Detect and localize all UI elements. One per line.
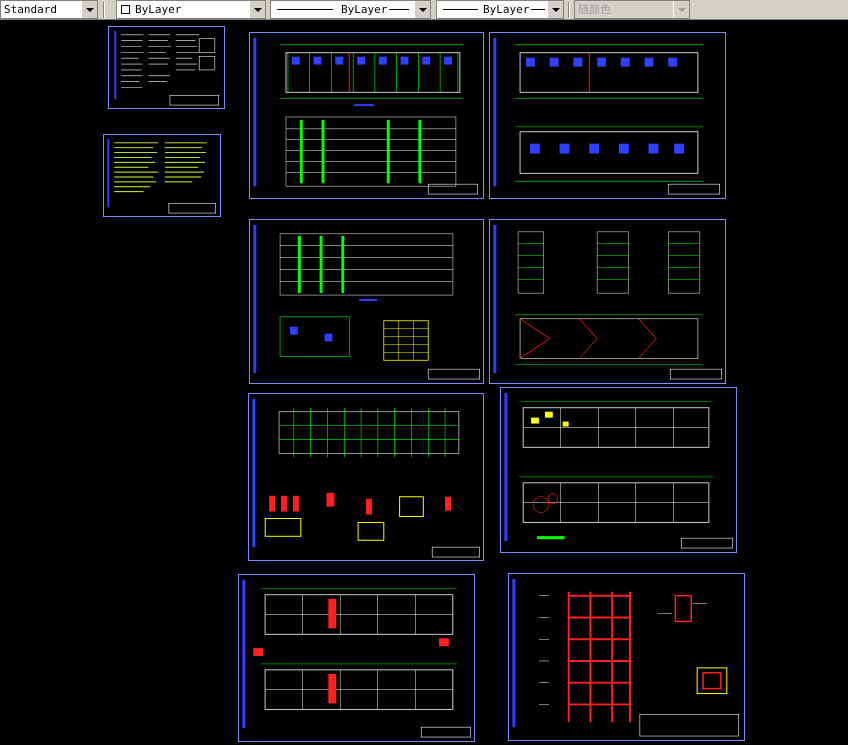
sheet-structure-plans[interactable] [500,387,737,553]
sheet-drawing [252,398,480,558]
chevron-down-icon[interactable] [249,1,265,18]
sheet-beam-plans[interactable] [238,574,475,742]
sheet-drawing [107,138,216,214]
color-value: ByLayer [135,3,182,16]
sheet-drawing [504,392,733,549]
linetype-dropdown[interactable]: ByLayer [270,0,431,19]
sheet-sections[interactable] [489,219,726,384]
sheet-drawing [493,224,722,380]
sheet-plan-elevation[interactable] [249,32,484,199]
sheet-drawing [253,224,480,380]
sheet-foundation[interactable] [248,393,484,561]
plot-style-dropdown: 随颜色 [574,0,690,19]
text-style-dropdown[interactable]: Standard [0,0,98,19]
linetype-preview-icon [277,9,333,10]
toolbar-separator [103,2,105,18]
sheet-frame-details[interactable] [508,573,745,741]
color-dropdown[interactable]: ByLayer [116,0,266,19]
chevron-down-icon[interactable] [414,1,430,18]
lineweight-preview-icon [531,9,545,10]
linetype-value: ByLayer [341,3,388,16]
chevron-down-icon[interactable] [547,1,563,18]
drawing-canvas[interactable] [0,20,848,745]
lineweight-value: ByLayer [483,3,530,16]
sheet-drawing [512,578,739,737]
text-style-value: Standard [4,3,57,16]
lineweight-dropdown[interactable]: ByLayer [436,0,564,19]
sheet-design-notes-2[interactable] [103,134,221,217]
sheet-design-notes-1[interactable] [108,26,225,109]
lineweight-preview-icon [443,9,478,10]
color-swatch-icon [121,5,130,14]
sheet-drawing [493,37,720,195]
sheet-drawing [114,30,220,106]
linetype-preview-icon [389,9,409,10]
chevron-down-icon[interactable] [81,1,97,18]
toolbar-separator [568,2,570,18]
sheet-drawing [242,579,471,738]
chevron-down-icon [673,1,689,18]
plot-style-value: 随颜色 [578,3,611,16]
properties-toolbar: Standard ByLayer ByLayer ByLayer 随颜色 [0,0,848,20]
sheet-drawing [253,37,478,195]
sheet-floor-plans[interactable] [489,32,726,199]
sheet-elevation-details[interactable] [249,219,484,384]
